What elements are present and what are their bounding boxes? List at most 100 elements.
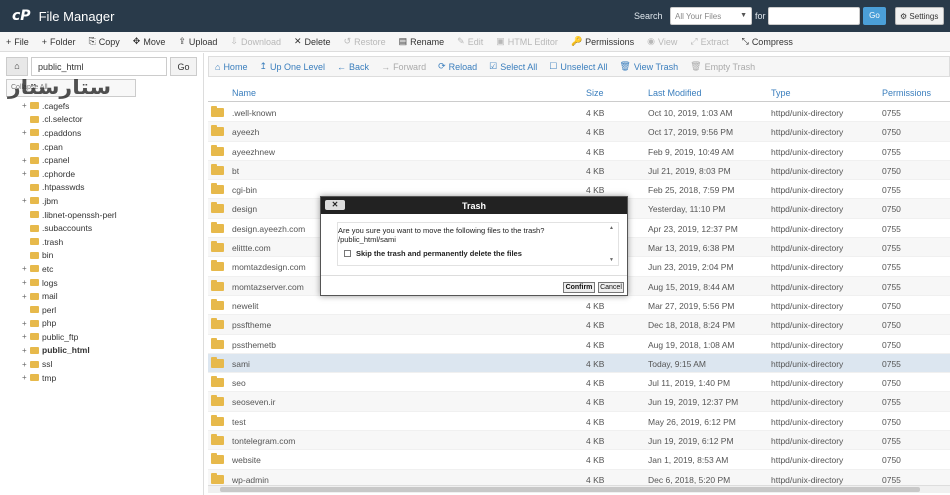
- table-row[interactable]: tontelegram.com 4 KB Jun 19, 2019, 6:12 PM…: [208, 431, 950, 451]
- toolbar-download-button[interactable]: ⇩ Download: [230, 36, 281, 47]
- nav-back-button[interactable]: ← Back: [337, 62, 369, 72]
- table-row[interactable]: ayeezhnew 4 KB Feb 9, 2019, 10:49 AM httpd/…: [208, 142, 950, 161]
- expand-icon[interactable]: +: [22, 128, 30, 137]
- tree-item-label: public_ftp: [42, 331, 79, 342]
- toolbar-edit-button[interactable]: ✎ Edit: [457, 36, 483, 47]
- confirm-button[interactable]: Confirm: [563, 282, 595, 293]
- nav-empty-trash-button[interactable]: 🗑 Empty Trash: [690, 61, 755, 72]
- expand-icon[interactable]: +: [22, 264, 30, 273]
- tree-item-jbm[interactable]: + .jbm: [0, 194, 204, 208]
- nav-select-all-button[interactable]: ☑ Select All: [489, 61, 537, 72]
- table-row[interactable]: test 4 KB May 26, 2019, 6:12 PM httpd/unix-…: [208, 412, 950, 432]
- tree-item-label: .cpanel: [42, 155, 70, 166]
- scroll-up-icon[interactable]: ▲: [609, 225, 614, 231]
- home-icon[interactable]: ⌂: [6, 57, 28, 76]
- path-input[interactable]: public_html: [31, 57, 167, 76]
- tree-item-public-ftp[interactable]: + public_ftp: [0, 330, 204, 344]
- table-row[interactable]: bt 4 KB Jul 21, 2019, 8:03 PM httpd/unix-di…: [208, 160, 950, 181]
- table-row[interactable]: newelit 4 KB Mar 27, 2019, 5:56 PM httpd/un…: [208, 296, 950, 316]
- toolbar-move-button[interactable]: ✥ Move: [133, 36, 166, 47]
- nav-home-button[interactable]: ⌂ Home: [215, 62, 247, 72]
- toolbar-file-button[interactable]: + File: [6, 37, 29, 47]
- tree-item-htpasswds[interactable]: .htpasswds: [0, 181, 204, 195]
- expand-icon[interactable]: +: [22, 169, 30, 178]
- skip-trash-checkbox[interactable]: [344, 250, 351, 257]
- column-modified-header[interactable]: Last Modified: [648, 88, 702, 98]
- expand-icon[interactable]: +: [22, 156, 30, 165]
- tree-item-cpan[interactable]: .cpan: [0, 140, 204, 154]
- table-row[interactable]: pssftheme 4 KB Dec 18, 2018, 8:24 PM httpd/…: [208, 315, 950, 335]
- tree-item-cpanel[interactable]: + .cpanel: [0, 153, 204, 167]
- cell-type: httpd/unix-directory: [771, 204, 844, 215]
- nav-forward-button[interactable]: → Forward: [381, 62, 426, 72]
- tree-item-php[interactable]: + php: [0, 317, 204, 331]
- html-editor-icon: ▣: [496, 36, 505, 46]
- dialog-scrollbar[interactable]: ▲ ▼: [609, 225, 616, 263]
- tree-item-ssl[interactable]: + ssl: [0, 357, 204, 371]
- scrollbar-thumb[interactable]: [220, 487, 920, 492]
- skip-trash-option[interactable]: Skip the trash and permanently delete th…: [344, 249, 618, 258]
- tree-item-cagefs[interactable]: + .cagefs: [0, 99, 204, 113]
- toolbar-html-editor-button[interactable]: ▣ HTML Editor: [496, 36, 558, 47]
- toolbar-extract-button[interactable]: ⤢ Extract: [690, 36, 728, 47]
- table-row[interactable]: pssthemetb 4 KB Aug 19, 2018, 1:08 AM httpd…: [208, 335, 950, 354]
- expand-icon[interactable]: +: [22, 332, 30, 341]
- tree-item-cphorde[interactable]: + .cphorde: [0, 167, 204, 181]
- toolbar-upload-button[interactable]: ⇪ Upload: [178, 36, 217, 47]
- expand-icon[interactable]: +: [22, 346, 30, 355]
- table-row[interactable]: sami 4 KB Today, 9:15 AM httpd/unix-directo…: [208, 353, 950, 374]
- tree-item-bin[interactable]: bin: [0, 249, 204, 263]
- cancel-button[interactable]: Cancel: [598, 282, 624, 293]
- toolbar-copy-button[interactable]: ⎘ Copy: [89, 36, 120, 47]
- column-permissions-header[interactable]: Permissions: [882, 88, 931, 98]
- toolbar-restore-button[interactable]: ↺ Restore: [344, 36, 386, 47]
- search-go-button[interactable]: Go: [863, 7, 886, 25]
- scroll-down-icon[interactable]: ▼: [609, 257, 614, 263]
- table-row[interactable]: website 4 KB Jan 1, 2019, 8:53 AM httpd/uni…: [208, 450, 950, 470]
- tree-item-public-html[interactable]: + public_html: [0, 344, 204, 358]
- toolbar-folder-button[interactable]: + Folder: [42, 37, 76, 47]
- expand-icon[interactable]: +: [22, 101, 30, 110]
- table-row[interactable]: seo 4 KB Jul 11, 2019, 1:40 PM httpd/unix-d…: [208, 373, 950, 393]
- toolbar-permissions-button[interactable]: 🔑 Permissions: [571, 36, 634, 47]
- toolbar-rename-button[interactable]: ▤ Rename: [399, 36, 445, 47]
- column-name-header[interactable]: Name: [232, 88, 256, 98]
- nav-up-one-level-button[interactable]: ↥ Up One Level: [259, 61, 325, 72]
- expand-icon[interactable]: +: [22, 278, 30, 287]
- column-type-header[interactable]: Type: [771, 88, 791, 98]
- toolbar-view-button[interactable]: ◉ View: [647, 36, 677, 47]
- tree-item-trash[interactable]: .trash: [0, 235, 204, 249]
- tree-item-cpaddons[interactable]: + .cpaddons: [0, 126, 204, 140]
- settings-button[interactable]: ⚙ Settings: [895, 7, 944, 25]
- expand-icon[interactable]: +: [22, 373, 30, 382]
- toolbar-delete-button[interactable]: ✕ Delete: [294, 36, 331, 47]
- nav-view-trash-button[interactable]: 🗑 View Trash: [619, 61, 678, 72]
- nav-unselect-all-button[interactable]: ☐ Unselect All: [549, 61, 607, 72]
- cell-name: website: [232, 455, 261, 466]
- tree-item-label: .cagefs: [42, 100, 70, 111]
- expand-icon[interactable]: +: [22, 319, 30, 328]
- tree-item-etc[interactable]: + etc: [0, 262, 204, 276]
- table-row[interactable]: ayeezh 4 KB Oct 17, 2019, 9:56 PM httpd/uni…: [208, 122, 950, 142]
- tree-item-libnet-openssh-perl[interactable]: .libnet-openssh-perl: [0, 208, 204, 222]
- tree-item-mail[interactable]: + mail: [0, 289, 204, 303]
- expand-icon[interactable]: +: [22, 360, 30, 369]
- expand-icon[interactable]: +: [22, 292, 30, 301]
- search-input[interactable]: [768, 7, 860, 25]
- tree-item-logs[interactable]: + logs: [0, 276, 204, 290]
- nav-reload-button[interactable]: ⟳ Reload: [438, 61, 477, 72]
- path-go-button[interactable]: Go: [170, 57, 197, 76]
- toolbar-compress-button[interactable]: ⤡ Compress: [742, 36, 793, 47]
- tree-item-tmp[interactable]: + tmp: [0, 371, 204, 385]
- search-scope-select[interactable]: All Your Files ▼: [670, 7, 752, 25]
- tree-item-cl-selector[interactable]: .cl.selector: [0, 113, 204, 127]
- horizontal-scrollbar[interactable]: [208, 485, 950, 493]
- table-row[interactable]: seoseven.ir 4 KB Jun 19, 2019, 12:37 PM htt…: [208, 392, 950, 412]
- tree-item-perl[interactable]: perl: [0, 303, 204, 317]
- expand-icon[interactable]: +: [22, 196, 30, 205]
- home-icon: ⌂: [215, 61, 221, 72]
- column-size-header[interactable]: Size: [586, 88, 604, 98]
- close-icon[interactable]: ✕: [325, 200, 345, 210]
- table-row[interactable]: .well-known 4 KB Oct 10, 2019, 1:03 AM http…: [208, 103, 950, 123]
- tree-item-subaccounts[interactable]: .subaccounts: [0, 221, 204, 235]
